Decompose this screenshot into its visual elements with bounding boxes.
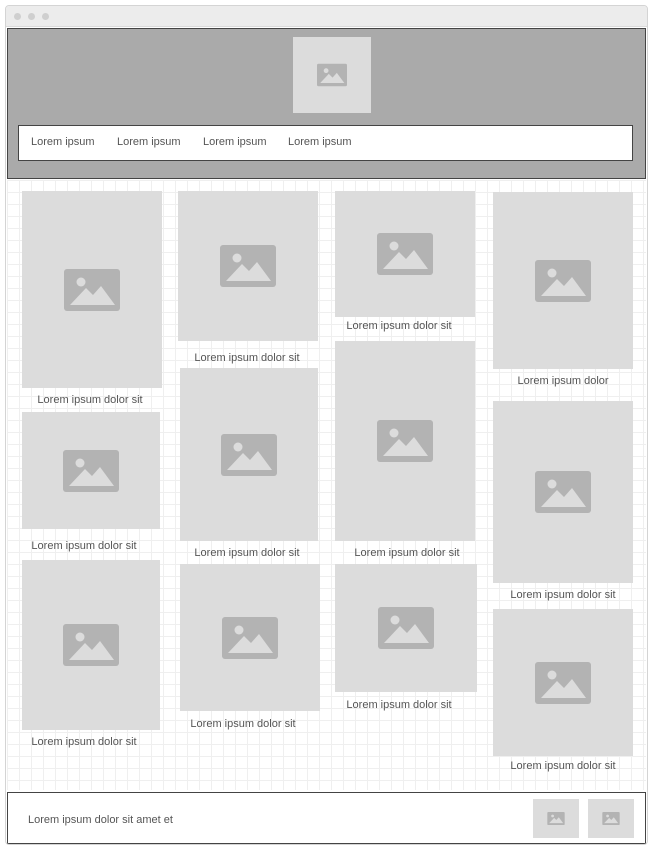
nav-item-1[interactable]: Lorem ipsum — [31, 136, 95, 148]
gallery-caption: Lorem ipsum dolor sit — [346, 699, 452, 711]
nav-item-3[interactable]: Lorem ipsum — [203, 136, 267, 148]
window-dot-close[interactable] — [14, 13, 21, 20]
image-icon — [377, 233, 433, 275]
gallery-card[interactable] — [493, 609, 633, 756]
footer-thumbnail[interactable] — [533, 799, 579, 838]
gallery-caption: Lorem ipsum dolor sit — [31, 736, 137, 748]
gallery-caption: Lorem ipsum dolor sit — [354, 547, 460, 559]
page-header: Lorem ipsum Lorem ipsum Lorem ipsum Lore… — [7, 28, 646, 179]
gallery-card[interactable] — [180, 368, 318, 541]
logo-placeholder[interactable] — [293, 37, 371, 113]
image-icon — [602, 812, 620, 825]
gallery-caption: Lorem ipsum dolor sit — [346, 320, 452, 332]
main-nav: Lorem ipsum Lorem ipsum Lorem ipsum Lore… — [18, 125, 633, 161]
nav-item-4[interactable]: Lorem ipsum — [288, 136, 352, 148]
image-icon — [221, 433, 277, 476]
gallery-caption: Lorem ipsum dolor sit — [194, 547, 300, 559]
gallery-caption: Lorem ipsum dolor sit — [31, 540, 137, 552]
image-icon — [535, 259, 591, 302]
image-icon — [63, 449, 119, 492]
gallery-grid: Lorem ipsum dolor sit Lorem ipsum dolor … — [7, 180, 646, 790]
gallery-card[interactable] — [335, 191, 475, 317]
gallery-caption: Lorem ipsum dolor sit — [510, 589, 616, 601]
gallery-card[interactable] — [178, 191, 318, 341]
gallery-card[interactable] — [493, 401, 633, 583]
image-icon — [547, 812, 565, 825]
gallery-caption: Lorem ipsum dolor — [517, 375, 609, 387]
image-icon — [64, 268, 120, 311]
image-icon — [535, 471, 591, 513]
gallery-card[interactable] — [22, 412, 160, 529]
page-footer: Lorem ipsum dolor sit amet et — [7, 792, 646, 844]
image-icon — [378, 607, 434, 649]
gallery-card[interactable] — [22, 560, 160, 730]
image-icon — [377, 420, 433, 462]
gallery-card[interactable] — [180, 564, 320, 711]
nav-item-2[interactable]: Lorem ipsum — [117, 136, 181, 148]
image-icon — [317, 63, 347, 87]
gallery-caption: Lorem ipsum dolor sit — [190, 718, 296, 730]
image-icon — [222, 616, 278, 659]
gallery-caption: Lorem ipsum dolor sit — [510, 760, 616, 772]
window-dot-minimize[interactable] — [28, 13, 35, 20]
gallery-caption: Lorem ipsum dolor sit — [194, 352, 300, 364]
window-dot-maximize[interactable] — [42, 13, 49, 20]
image-icon — [220, 245, 276, 287]
window-titlebar — [6, 6, 647, 27]
browser-window: Lorem ipsum Lorem ipsum Lorem ipsum Lore… — [5, 5, 648, 845]
gallery-card[interactable] — [22, 191, 162, 388]
footer-thumbnail[interactable] — [588, 799, 634, 838]
image-icon — [63, 624, 119, 666]
gallery-card[interactable] — [493, 192, 633, 369]
gallery-caption: Lorem ipsum dolor sit — [37, 394, 143, 406]
image-icon — [535, 661, 591, 704]
footer-text: Lorem ipsum dolor sit amet et — [28, 814, 173, 826]
gallery-card[interactable] — [335, 564, 477, 692]
gallery-card[interactable] — [335, 341, 475, 541]
